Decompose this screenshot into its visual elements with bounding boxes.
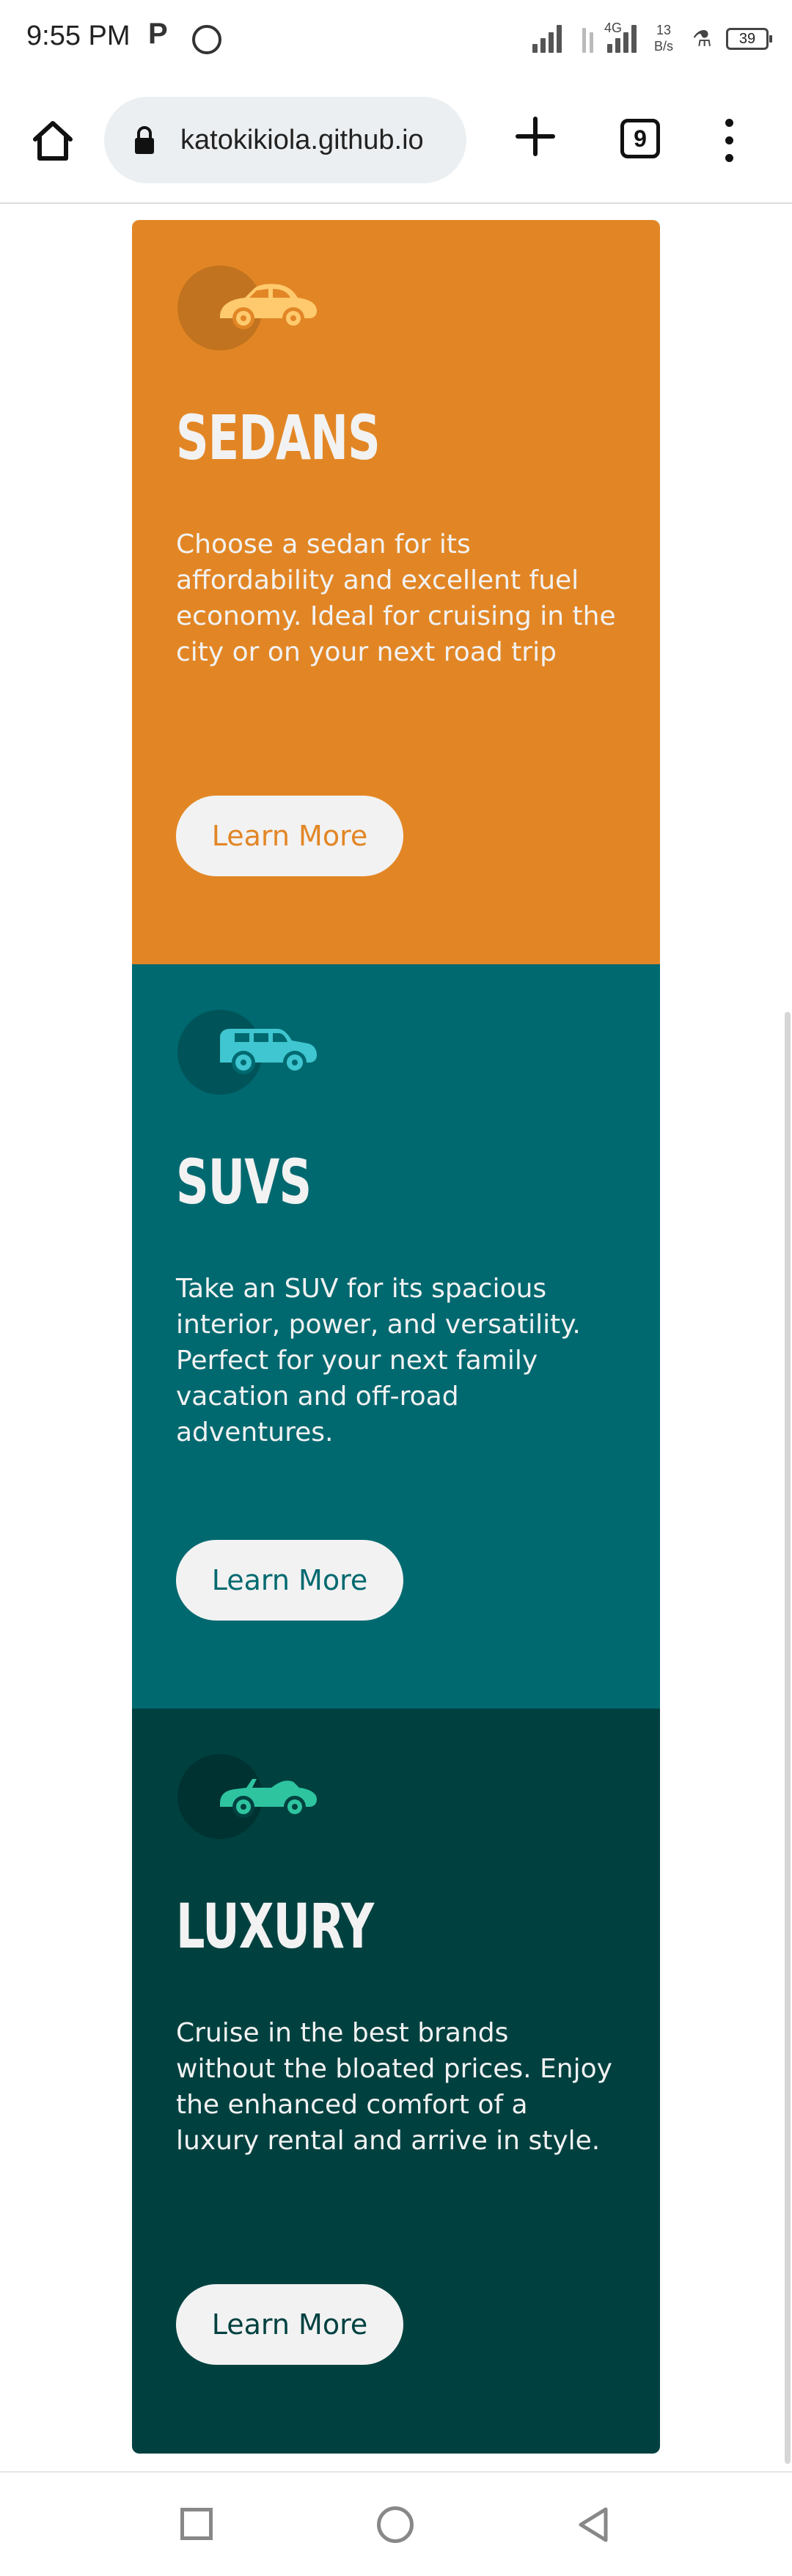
learn-more-button[interactable]: Learn More (176, 2284, 403, 2365)
card-title: Sedans (176, 402, 381, 474)
more-menu-icon[interactable] (722, 119, 736, 163)
card-suvs: SUVs Take an SUV for its spacious interi… (132, 964, 660, 1709)
luxury-convertible-icon (177, 1754, 317, 1839)
signal-2-icon (607, 22, 645, 53)
suv-car-icon (177, 1010, 317, 1095)
card-description: Choose a sedan for its affordability and… (176, 529, 616, 667)
network-speed: 13 B/s (654, 22, 673, 54)
speed-value: 13 (656, 23, 672, 37)
new-tab-icon[interactable] (513, 114, 557, 158)
speed-unit: B/s (654, 39, 674, 54)
card-sedans: Sedans Choose a sedan for its affordabil… (132, 220, 660, 964)
card-title: SUVs (176, 1146, 312, 1218)
card-title: Luxury (176, 1890, 374, 1962)
back-nav-button[interactable] (575, 2505, 612, 2544)
learn-more-button[interactable]: Learn More (176, 796, 403, 876)
sedan-car-icon (177, 265, 317, 351)
browser-toolbar: katokikiola.github.io 9 (0, 81, 792, 204)
recent-apps-button[interactable] (180, 2508, 213, 2540)
battery-icon: 39 (726, 28, 772, 50)
learn-more-button[interactable]: Learn More (176, 1540, 403, 1621)
card-description: Take an SUV for its spacious interior, p… (176, 1274, 581, 1447)
page-scrollbar[interactable] (785, 1012, 791, 2464)
lab-flask-icon: ⚗ (692, 26, 712, 52)
car-category-cards: Sedans Choose a sedan for its affordabil… (132, 220, 660, 2454)
card-description: Cruise in the best brands without the bl… (176, 2018, 612, 2156)
home-nav-button[interactable] (377, 2506, 414, 2543)
home-icon[interactable] (29, 117, 76, 164)
parking-app-icon: P (148, 18, 168, 50)
card-luxury: Luxury Cruise in the best brands without… (132, 1709, 660, 2454)
whatsapp-icon (192, 25, 221, 54)
tab-switcher-button[interactable]: 9 (620, 119, 660, 158)
url-text[interactable]: katokikiola.github.io (180, 125, 424, 156)
status-time: 9:55 PM (26, 21, 131, 51)
lock-icon (135, 126, 154, 154)
system-nav-bar (0, 2471, 792, 2576)
address-bar[interactable]: katokikiola.github.io (104, 97, 466, 183)
signal-icon (532, 22, 571, 53)
status-bar: 9:55 PM P 4G 13 B/s ⚗ 39 (0, 0, 792, 81)
